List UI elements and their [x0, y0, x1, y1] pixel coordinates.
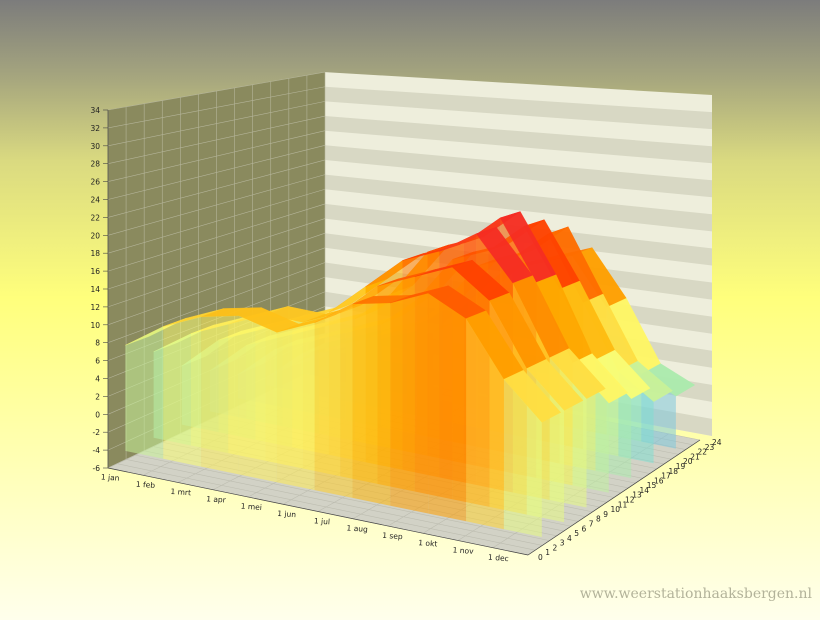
watermark: www.weerstationhaaksbergen.nl	[579, 586, 812, 602]
z-tick-label: -4	[93, 446, 101, 455]
y-tick-label: 7	[589, 519, 594, 528]
z-tick-label: 18	[90, 249, 100, 258]
z-tick-label: 28	[90, 160, 100, 169]
y-tick-label: 6	[582, 524, 587, 533]
x-tick-label: 1 mrt	[170, 487, 191, 497]
z-tick-label: 0	[95, 410, 100, 419]
y-tick-label: 0	[538, 553, 543, 562]
surface-front-face	[314, 304, 353, 498]
surface-front-face	[276, 322, 315, 491]
z-tick-label: 4	[95, 375, 100, 384]
y-tick-label: 5	[574, 529, 579, 538]
z-tick-label: 32	[90, 124, 100, 133]
z-tick-label: 34	[90, 106, 100, 115]
surface-front-face	[163, 316, 202, 467]
x-tick-label: 1 jul	[314, 516, 331, 526]
x-tick-label: 1 aug	[346, 523, 368, 533]
surface-front-face	[238, 315, 277, 483]
y-tick-label: 4	[567, 534, 572, 543]
x-tick-label: 1 dec	[488, 553, 509, 563]
x-tick-label: 1 mei	[240, 502, 262, 512]
x-tick-label: 1 jun	[277, 509, 297, 519]
x-tick-label: 1 nov	[452, 545, 474, 555]
chart-page: -6 -4 -2 0 2 4 6 8 10 12 14 16 18 20 22 24 26 28 30 32 34 1 j…	[0, 0, 820, 620]
surface-front-face	[352, 303, 391, 506]
z-tick-label: 14	[90, 285, 100, 294]
y-tick-label: 24	[712, 438, 722, 447]
z-tick-label: -2	[93, 428, 101, 437]
x-tick-label: 1 feb	[136, 480, 156, 490]
surface-front-face	[390, 293, 429, 514]
x-tick-label: 1 jan	[101, 472, 120, 482]
surface-front-face	[201, 315, 239, 475]
surface-front-face	[428, 293, 467, 522]
z-tick-label: 16	[90, 267, 100, 276]
z-tick-label: 26	[90, 178, 100, 187]
z-tick-label: 8	[95, 339, 100, 348]
z-tick-label: 24	[90, 196, 100, 205]
z-tick-label: 10	[90, 321, 100, 330]
y-tick-label: 8	[596, 515, 601, 524]
surface-chart: -6-4-202468101214161820222426283032341 j…	[90, 71, 722, 563]
z-tick-label: -6	[93, 464, 101, 473]
z-tick-label: 30	[90, 142, 100, 151]
y-tick-label: 1	[545, 548, 550, 557]
x-tick-label: 1 apr	[206, 494, 227, 504]
x-tick-label: 1 sep	[382, 531, 403, 541]
y-tick-label: 2	[553, 543, 558, 552]
z-tick-label: 22	[90, 213, 100, 222]
z-tick-label: 6	[95, 357, 100, 366]
z-tick-label: 12	[90, 303, 100, 312]
z-tick-label: 2	[95, 392, 100, 401]
x-tick-label: 1 okt	[418, 538, 438, 548]
z-tick-label: 20	[90, 231, 100, 240]
y-tick-label: 9	[603, 510, 608, 519]
y-tick-label: 3	[560, 539, 565, 548]
surface-front-face	[125, 326, 164, 459]
